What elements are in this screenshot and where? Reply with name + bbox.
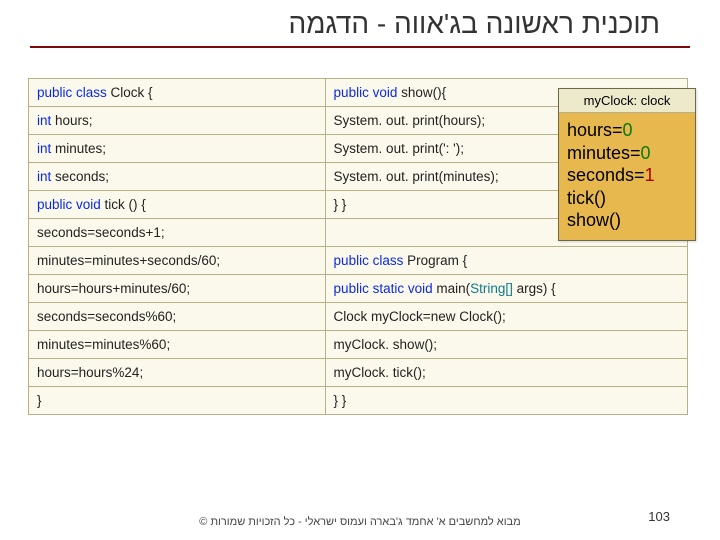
footer-text: מבוא למחשבים א' אחמד ג'בארה ועמוס ישראלי… [0,516,720,528]
overlay-line: tick() [567,187,687,210]
code-cell-right: public class Program { [325,247,687,275]
object-overlay: myClock: clock hours=0minutes=0seconds=1… [558,88,696,241]
code-cell-left: int hours; [29,107,326,135]
code-cell-right: myClock. show(); [325,331,687,359]
overlay-line: minutes=0 [567,142,687,165]
code-cell-left: public void tick () { [29,191,326,219]
slide: תוכנית ראשונה בג'אווה - הדגמה public cla… [0,0,720,540]
code-cell-right: myClock. tick(); [325,359,687,387]
code-cell-left: seconds=seconds+1; [29,219,326,247]
overlay-line: show() [567,209,687,232]
slide-title: תוכנית ראשונה בג'אווה - הדגמה [0,0,720,46]
content-area: public class Clock {public void show(){i… [28,78,692,415]
overlay-line: seconds=1 [567,164,687,187]
code-cell-left: public class Clock { [29,79,326,107]
page-number: 103 [648,509,670,524]
code-cell-left: } [29,387,326,415]
code-cell-left: seconds=seconds%60; [29,303,326,331]
code-cell-right: Clock myClock=new Clock(); [325,303,687,331]
code-cell-left: int minutes; [29,135,326,163]
code-cell-right: } } [325,387,687,415]
code-cell-left: hours=hours%24; [29,359,326,387]
code-cell-left: minutes=minutes+seconds/60; [29,247,326,275]
overlay-header: myClock: clock [559,89,695,113]
code-cell-left: minutes=minutes%60; [29,331,326,359]
code-cell-left: hours=hours+minutes/60; [29,275,326,303]
overlay-body: hours=0minutes=0seconds=1tick()show() [559,113,695,240]
title-underline [30,46,690,48]
code-cell-left: int seconds; [29,163,326,191]
code-cell-right: public static void main(String[] args) { [325,275,687,303]
overlay-line: hours=0 [567,119,687,142]
